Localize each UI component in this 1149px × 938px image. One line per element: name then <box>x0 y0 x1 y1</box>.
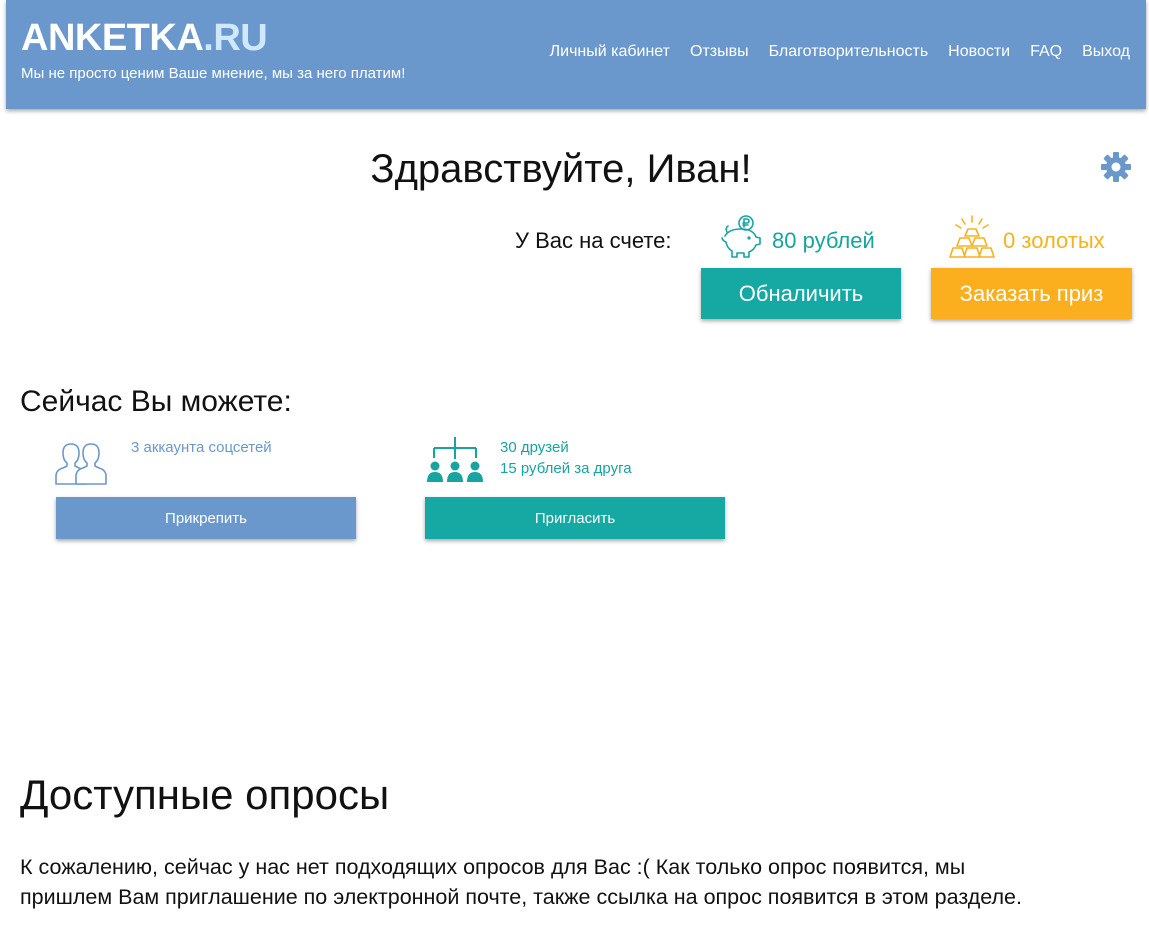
gold-balance: 0 золотых <box>1003 228 1105 253</box>
logo-tld-text: RU <box>213 17 268 59</box>
no-surveys-message: К сожалению, сейчас у нас нет подходящих… <box>20 852 1130 912</box>
attach-social-button[interactable]: Прикрепить <box>56 497 356 539</box>
main-nav: Личный кабинет Отзывы Благотворительност… <box>550 43 1130 61</box>
friends-count-text: 30 друзей <box>500 439 569 456</box>
rubles-balance: 80 рублей <box>772 228 875 253</box>
nav-item-reviews[interactable]: Отзывы <box>690 43 749 61</box>
logo-dot-text: . <box>203 17 214 59</box>
people-icon <box>55 443 107 485</box>
cash-out-button[interactable]: Обналичить <box>701 268 901 319</box>
gold-bars-icon <box>949 215 995 258</box>
invite-friends-button[interactable]: Пригласить <box>425 497 725 539</box>
now-you-can-title: Сейчас Вы можете: <box>20 385 292 418</box>
site-header: ANKETKA.RU Мы не просто ценим Ваше мнени… <box>6 0 1146 109</box>
site-tagline: Мы не просто ценим Ваше мнение, мы за не… <box>21 65 406 82</box>
nav-item-logout[interactable]: Выход <box>1082 43 1130 61</box>
balance-label: У Вас на счете: <box>515 228 672 253</box>
nav-item-charity[interactable]: Благотворительность <box>769 43 929 61</box>
social-accounts-text: 3 аккаунта соцсетей <box>131 439 272 456</box>
gear-icon[interactable] <box>1100 151 1132 183</box>
greeting-title: Здравствуйте, Иван! <box>370 147 752 191</box>
nav-item-cabinet[interactable]: Личный кабинет <box>550 43 670 61</box>
logo-main-text: ANKETKA <box>21 17 204 59</box>
order-prize-button[interactable]: Заказать приз <box>931 268 1132 319</box>
site-logo[interactable]: ANKETKA.RU <box>21 16 268 60</box>
referral-tree-icon <box>427 437 483 482</box>
friends-info: 30 друзей 15 рублей за друга <box>500 437 632 479</box>
available-surveys-title: Доступные опросы <box>20 771 390 818</box>
piggy-bank-ruble-icon <box>721 215 761 258</box>
no-surveys-line-1: К сожалению, сейчас у нас нет подходящих… <box>20 855 966 879</box>
nav-item-faq[interactable]: FAQ <box>1030 43 1062 61</box>
nav-item-news[interactable]: Новости <box>948 43 1010 61</box>
no-surveys-line-2: пришлем Вам приглашение по электронной п… <box>20 885 1022 909</box>
reward-per-friend-text: 15 рублей за друга <box>500 460 632 477</box>
